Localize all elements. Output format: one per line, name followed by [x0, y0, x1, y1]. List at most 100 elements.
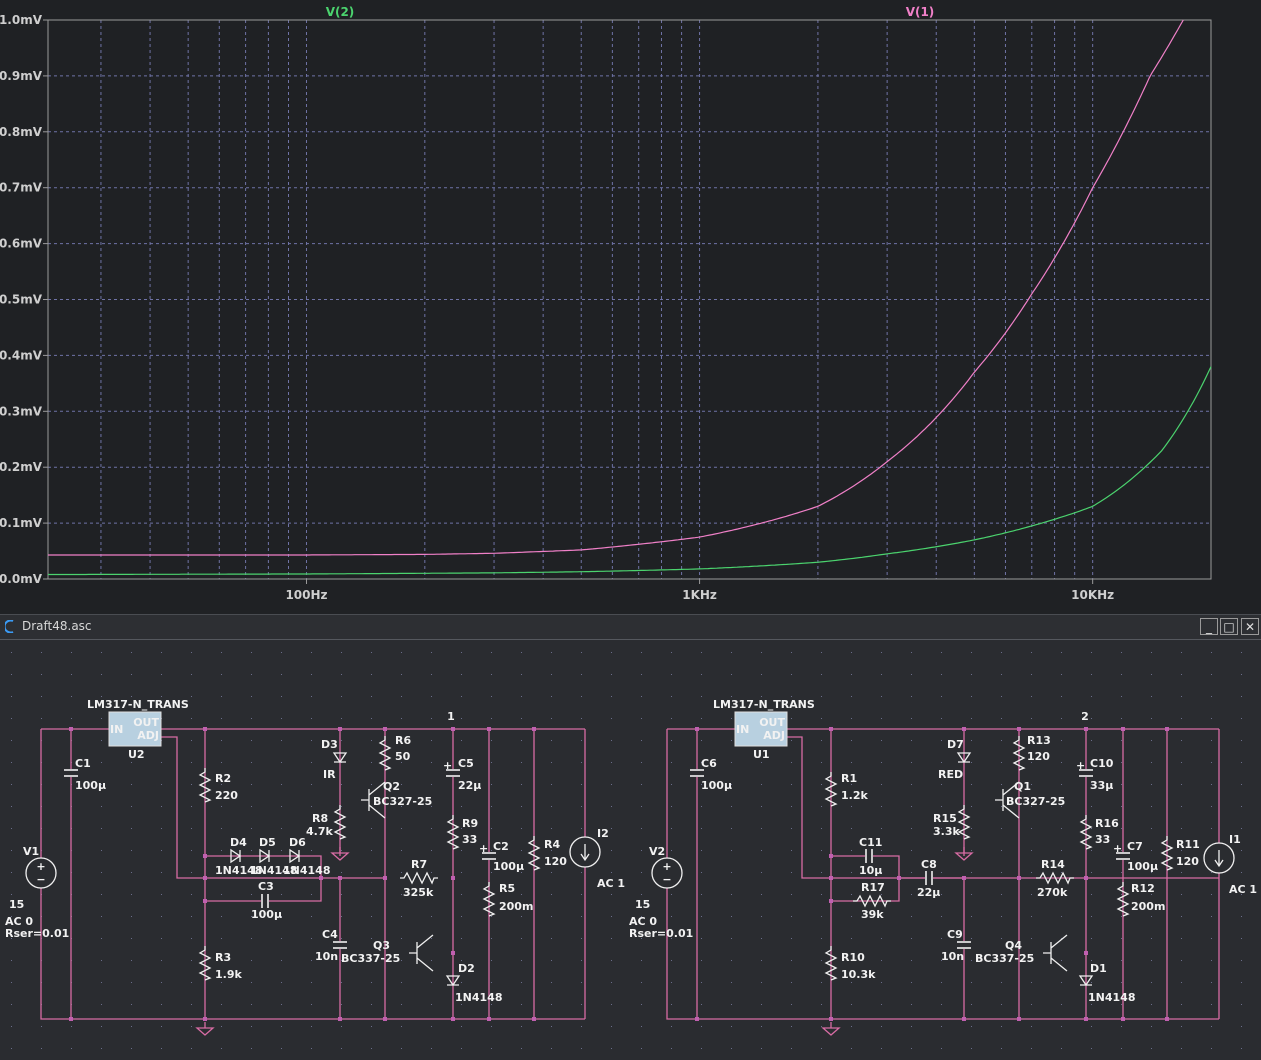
- grid-dot: [1241, 718, 1242, 719]
- grid-dot: [641, 894, 642, 895]
- grid-dot: [1061, 1026, 1062, 1027]
- grid-dot: [1091, 718, 1092, 719]
- grid-dot: [581, 894, 582, 895]
- grid-dot: [491, 916, 492, 917]
- grid-dot: [131, 1004, 132, 1005]
- grid-dot: [641, 850, 642, 851]
- grid-dot: [971, 828, 972, 829]
- grid-dot: [371, 894, 372, 895]
- grid-dot: [851, 828, 852, 829]
- grid-dot: [11, 718, 12, 719]
- wire-node: [451, 951, 455, 955]
- grid-dot: [701, 960, 702, 961]
- grid-dot: [1241, 828, 1242, 829]
- grid-dot: [1241, 762, 1242, 763]
- grid-dot: [551, 938, 552, 939]
- grid-dot: [551, 982, 552, 983]
- grid-dot: [1091, 1026, 1092, 1027]
- grid-dot: [1211, 762, 1212, 763]
- label-r12-value: 200m: [1131, 900, 1165, 913]
- grid-dot: [761, 982, 762, 983]
- grid-dot: [1211, 806, 1212, 807]
- grid-dot: [521, 784, 522, 785]
- grid-dot: [1001, 718, 1002, 719]
- wire-node: [1165, 1017, 1169, 1021]
- grid-dot: [341, 674, 342, 675]
- grid-dot: [671, 828, 672, 829]
- grid-dot: [461, 1048, 462, 1049]
- grid-dot: [1181, 718, 1182, 719]
- grid-dot: [551, 762, 552, 763]
- y-tick-label: 0.8mV: [0, 125, 43, 139]
- trace-legend[interactable]: V(2) V(1): [326, 5, 935, 19]
- grid-dot: [1001, 696, 1002, 697]
- grid-dot: [941, 938, 942, 939]
- grid-dot: [491, 960, 492, 961]
- grid-dot: [641, 740, 642, 741]
- grid-dot: [161, 696, 162, 697]
- grid-dot: [221, 696, 222, 697]
- grid-dot: [551, 894, 552, 895]
- grid-dot: [671, 982, 672, 983]
- grid-dot: [401, 982, 402, 983]
- wire-node: [829, 727, 833, 731]
- grid-dot: [851, 740, 852, 741]
- grid-dot: [1091, 740, 1092, 741]
- grid-dot: [251, 850, 252, 851]
- label-r16: R16: [1095, 817, 1119, 830]
- grid-dot: [1001, 674, 1002, 675]
- waveform-plot-pane[interactable]: 0.0mV 0.1mV 0.2mV 0.3mV 0.4mV 0.5mV 0.6mV 0.7mV…: [0, 0, 1261, 610]
- maximize-button[interactable]: □: [1220, 618, 1238, 635]
- grid-dot: [521, 718, 522, 719]
- grid-dot: [311, 894, 312, 895]
- grid-dot: [1091, 806, 1092, 807]
- grid-dot: [251, 894, 252, 895]
- grid-dot: [911, 718, 912, 719]
- waveform-plot[interactable]: 0.0mV 0.1mV 0.2mV 0.3mV 0.4mV 0.5mV 0.6mV 0.7mV…: [0, 0, 1261, 610]
- grid-dot: [131, 806, 132, 807]
- grid-dot: [461, 740, 462, 741]
- label-c4: C4: [322, 928, 338, 941]
- grid-dot: [1121, 916, 1122, 917]
- grid-dot: [1181, 762, 1182, 763]
- grid-dot: [701, 652, 702, 653]
- grid-dot: [611, 1004, 612, 1005]
- grid-dot: [311, 784, 312, 785]
- grid-dot: [1211, 938, 1212, 939]
- grid-dot: [1241, 1048, 1242, 1049]
- grid-dot: [341, 1004, 342, 1005]
- schematic-window[interactable]: Draft48.asc _ □ ✕ + − + + + − + + IN OUT ADJ LM317…: [0, 614, 1261, 1060]
- grid-dot: [1061, 652, 1062, 653]
- ground-symbol: [821, 1022, 841, 1036]
- grid-dot: [71, 696, 72, 697]
- minimize-button[interactable]: _: [1200, 618, 1218, 635]
- label-r17-value: 39k: [861, 908, 884, 921]
- grid-dot: [1121, 652, 1122, 653]
- grid-dot: [671, 916, 672, 917]
- grid-dot: [611, 850, 612, 851]
- close-button[interactable]: ✕: [1241, 618, 1259, 635]
- grid-dot: [491, 828, 492, 829]
- grid-dot: [221, 1004, 222, 1005]
- grid-dot: [611, 916, 612, 917]
- grid-dot: [1031, 850, 1032, 851]
- grid-dot: [281, 784, 282, 785]
- grid-dot: [401, 718, 402, 719]
- grid-dot: [341, 938, 342, 939]
- grid-dot: [431, 718, 432, 719]
- grid-dot: [431, 960, 432, 961]
- resistor-r7: [400, 871, 438, 885]
- wire-node: [69, 1017, 73, 1021]
- grid-dot: [611, 828, 612, 829]
- grid-dot: [731, 960, 732, 961]
- schematic-canvas[interactable]: +−+++−++ INOUTADJLM317-N_TRANSU21V115AC …: [3, 640, 1258, 1058]
- grid-dot: [731, 652, 732, 653]
- schematic-titlebar[interactable]: Draft48.asc _ □ ✕: [0, 615, 1261, 640]
- grid-dot: [131, 828, 132, 829]
- label-d2: D2: [458, 962, 475, 975]
- grid-dot: [1031, 718, 1032, 719]
- grid-dot: [551, 916, 552, 917]
- grid-dot: [1031, 828, 1032, 829]
- label-v2-rser: Rser=0.01: [629, 927, 693, 940]
- grid-dot: [221, 916, 222, 917]
